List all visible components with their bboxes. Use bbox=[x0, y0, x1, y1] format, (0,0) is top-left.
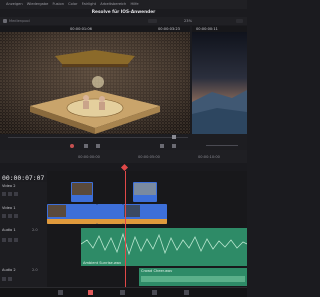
ruler-tick-0: 00:00:00:00 bbox=[78, 155, 100, 159]
timeline-track-area[interactable]: Ambient Sunrise.wav Crowd Cheer.wav bbox=[47, 171, 247, 287]
menu-fairlight[interactable]: Fairlight bbox=[82, 2, 96, 6]
track-header-audio2: Audio 2 2.0 bbox=[0, 266, 47, 288]
clip-audio2[interactable]: Crowd Cheer.wav bbox=[139, 268, 247, 286]
clip-video1-c[interactable] bbox=[123, 204, 167, 224]
landscape-image bbox=[192, 32, 247, 134]
clip-thumbnail bbox=[72, 183, 92, 195]
deliver-page-icon[interactable] bbox=[184, 290, 189, 295]
menu-color[interactable]: Color bbox=[68, 2, 77, 6]
project-title: Resolve für IOS-Anwender bbox=[91, 10, 156, 15]
clip-audio1[interactable]: Ambient Sunrise.wav bbox=[81, 228, 247, 266]
edit-page-icon[interactable] bbox=[88, 290, 93, 295]
link-icon[interactable] bbox=[160, 144, 164, 148]
auto-select-icon[interactable] bbox=[8, 192, 12, 196]
audio1-clip-label: Ambient Sunrise.wav bbox=[83, 261, 122, 265]
playhead[interactable] bbox=[125, 171, 126, 287]
track-header-audio1: Audio 1 2.0 bbox=[0, 226, 47, 267]
viewer-options-icon[interactable] bbox=[236, 19, 243, 23]
scrubber-track[interactable] bbox=[8, 137, 188, 138]
edit-toolbar bbox=[0, 142, 247, 150]
clip-video1-b[interactable] bbox=[97, 204, 123, 224]
color-page-icon[interactable] bbox=[120, 290, 125, 295]
ruler-tick-2: 00:00:10:00 bbox=[198, 155, 220, 159]
auto-select-icon[interactable] bbox=[8, 214, 12, 218]
track-channels-audio1: 2.0 bbox=[32, 228, 38, 232]
zoom-slider[interactable] bbox=[206, 145, 238, 146]
viewer-right-timecode: 00:00:00:11 bbox=[196, 27, 218, 31]
menu-wiedergabe[interactable]: Wiedergabe bbox=[27, 2, 49, 6]
media-pool-icon[interactable] bbox=[3, 19, 7, 23]
track-channels-audio2: 2.0 bbox=[32, 268, 38, 272]
clip-label-bar bbox=[97, 219, 123, 224]
clip-label-bar bbox=[47, 219, 97, 224]
viewer-left-timecode: 00:00:01:06 bbox=[70, 27, 92, 31]
visibility-icon[interactable] bbox=[14, 192, 18, 196]
lock-icon[interactable] bbox=[2, 192, 6, 196]
menubar: Anzeigen Wiedergabe Fusion Color Fairlig… bbox=[0, 0, 247, 9]
audio-waveform bbox=[81, 232, 247, 256]
fairlight-page-icon[interactable] bbox=[152, 290, 157, 295]
clip-video1-a[interactable] bbox=[47, 204, 97, 224]
track-name-audio2: Audio 2 bbox=[2, 268, 16, 272]
track-name-audio1: Audio 1 bbox=[2, 228, 16, 232]
track-header-video2: Video 2 bbox=[0, 182, 47, 205]
viewer-right[interactable]: 00:00:00:11 bbox=[192, 26, 247, 134]
lock-icon[interactable] bbox=[2, 277, 6, 281]
audio-waveform bbox=[141, 276, 245, 282]
clip-thumbnail bbox=[134, 183, 156, 195]
clip-thumbnail bbox=[124, 205, 140, 217]
timeline-timecode: 00:00:07:07 bbox=[2, 174, 45, 182]
sumo-arena-image bbox=[0, 32, 190, 134]
menu-arbeitsbereich[interactable]: Arbeitsbereich bbox=[100, 2, 126, 6]
menu-hilfe[interactable]: Hilfe bbox=[130, 2, 138, 6]
visibility-icon[interactable] bbox=[14, 214, 18, 218]
track-name-video2: Video 2 bbox=[2, 184, 16, 188]
timeline-ruler[interactable]: 00:00:00:00 00:00:05:00 00:00:10:00 bbox=[0, 150, 247, 163]
clip-video2-b[interactable] bbox=[133, 182, 157, 202]
transport-bar bbox=[0, 134, 247, 142]
solo-icon[interactable] bbox=[14, 238, 18, 242]
track-header-video1: Video 1 bbox=[0, 204, 47, 227]
viewer-left[interactable]: 00:00:01:06 00:00:03:23 bbox=[0, 26, 190, 134]
snap-icon[interactable] bbox=[172, 144, 176, 148]
ruler-tick-1: 00:00:05:00 bbox=[138, 155, 160, 159]
lock-icon[interactable] bbox=[2, 214, 6, 218]
clip-label-bar bbox=[123, 219, 167, 224]
view-dropdown[interactable] bbox=[148, 19, 157, 23]
clip-video2[interactable] bbox=[71, 182, 93, 202]
media-page-icon[interactable] bbox=[58, 290, 63, 295]
play-icon[interactable] bbox=[172, 135, 176, 139]
mute-icon[interactable] bbox=[8, 238, 12, 242]
menu-list: Anzeigen Wiedergabe Fusion Color Fairlig… bbox=[6, 2, 142, 6]
record-icon[interactable] bbox=[70, 144, 74, 148]
menu-anzeigen[interactable]: Anzeigen bbox=[6, 2, 23, 6]
menu-fusion[interactable]: Fusion bbox=[53, 2, 65, 6]
clip-thumbnail bbox=[48, 205, 66, 217]
audio2-clip-label: Crowd Cheer.wav bbox=[141, 269, 173, 273]
viewer-left-duration: 00:00:03:23 bbox=[158, 27, 180, 31]
media-pool-label[interactable]: Medienpool bbox=[9, 19, 30, 23]
viewer-toolbar: Medienpool 23% bbox=[0, 17, 247, 25]
zoom-level[interactable]: 23% bbox=[184, 19, 192, 23]
trim-tool-icon[interactable] bbox=[96, 144, 100, 148]
mute-icon[interactable] bbox=[8, 277, 12, 281]
track-name-video1: Video 1 bbox=[2, 206, 16, 210]
blade-tool-icon[interactable] bbox=[84, 144, 88, 148]
lock-icon[interactable] bbox=[2, 238, 6, 242]
